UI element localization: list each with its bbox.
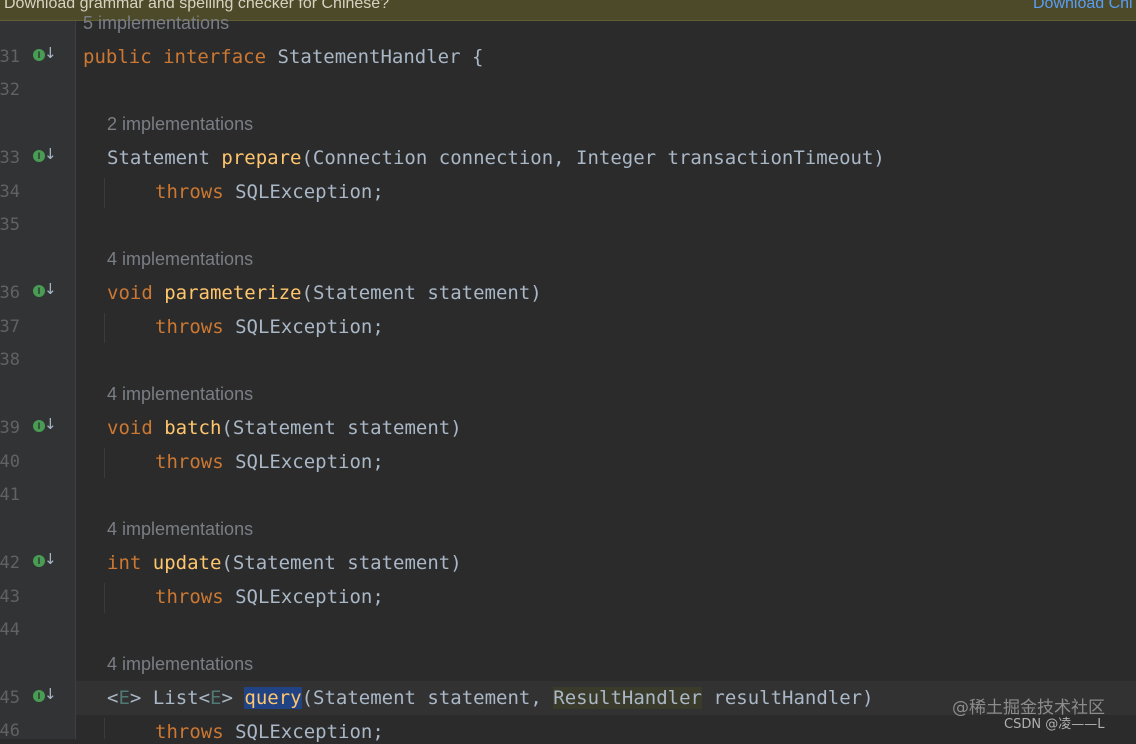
line-number: 33 (0, 148, 20, 168)
line-number: 44 (0, 620, 20, 640)
keyword: throws (155, 181, 224, 203)
return-type: void (107, 417, 153, 439)
parameters: (Connection connection, Integer transact… (301, 147, 885, 169)
implemented-down-arrow-icon[interactable]: I ↓ (33, 415, 57, 436)
line-number: 35 (0, 215, 20, 235)
line-number: 46 (0, 721, 20, 741)
implemented-down-arrow-icon[interactable]: I ↓ (33, 550, 57, 571)
implementations-hint[interactable]: 4 implementations (107, 518, 253, 540)
parameters: (Statement statement, (301, 687, 554, 709)
indent-guide (104, 448, 105, 478)
line-number: 41 (0, 485, 20, 505)
method-name: parameterize (164, 282, 302, 304)
code-line-40[interactable]: throws SQLException; (155, 450, 384, 474)
line-number: 38 (0, 350, 20, 370)
angle-close: > (129, 687, 142, 709)
interface-name: StatementHandler (277, 46, 461, 68)
code-line-42[interactable]: int update(Statement statement) (107, 551, 462, 575)
return-type: void (107, 282, 153, 304)
indent-guide (104, 178, 105, 208)
type-parameter: E (210, 687, 222, 709)
line-number: 32 (0, 80, 20, 100)
line-number: 36 (0, 283, 20, 303)
implemented-down-arrow-icon[interactable]: I ↓ (33, 280, 57, 301)
method-name: prepare (221, 147, 302, 169)
implementations-hint[interactable]: 4 implementations (107, 653, 253, 675)
parameters: (Statement statement) (301, 282, 542, 304)
keyword: throws (155, 721, 224, 743)
highlighted-type[interactable]: ResultHandler (553, 687, 702, 709)
line-number: 37 (0, 317, 20, 337)
indent-guide (104, 718, 105, 739)
brace: { (471, 46, 484, 68)
code-line-46[interactable]: throws SQLException; (155, 720, 384, 744)
code-line-34[interactable]: throws SQLException; (155, 180, 384, 204)
implemented-down-arrow-icon[interactable]: I ↓ (33, 685, 57, 706)
exception-type: SQLException; (235, 181, 384, 203)
code-line-33[interactable]: Statement prepare(Connection connection,… (107, 146, 885, 170)
exception-type: SQLException; (235, 721, 384, 743)
implementations-hint[interactable]: 5 implementations (83, 12, 229, 34)
exception-type: SQLException; (235, 316, 384, 338)
keyword: throws (155, 586, 224, 608)
method-name: batch (164, 417, 222, 439)
line-number: 40 (0, 452, 20, 472)
implemented-down-arrow-icon[interactable]: I ↓ (33, 44, 57, 65)
exception-type: SQLException; (235, 586, 384, 608)
implementations-hint[interactable]: 4 implementations (107, 248, 253, 270)
code-line-37[interactable]: throws SQLException; (155, 315, 384, 339)
return-type: List< (152, 687, 211, 709)
line-number: 39 (0, 418, 20, 438)
implemented-down-arrow-icon[interactable]: I ↓ (33, 145, 57, 166)
parameters: resultHandler) (701, 687, 874, 709)
method-name: update (152, 552, 222, 574)
indent-guide (104, 313, 105, 343)
line-number: 34 (0, 182, 20, 202)
implementations-hint[interactable]: 2 implementations (107, 113, 253, 135)
line-number: 31 (0, 47, 20, 67)
return-type: int (107, 552, 142, 574)
line-number: 43 (0, 587, 20, 607)
line-number: 45 (0, 688, 20, 708)
author-credit: CSDN @凌——L (1004, 717, 1105, 732)
return-type: Statement (107, 147, 210, 169)
indent-guide (104, 583, 105, 613)
code-line-43[interactable]: throws SQLException; (155, 585, 384, 609)
keyword: public (83, 46, 152, 68)
code-line-45[interactable]: <E> List<E> query(Statement statement, R… (107, 686, 874, 710)
download-link[interactable]: Download Chi (1033, 0, 1133, 13)
angle-close: > (221, 687, 233, 709)
parameters: (Statement statement) (221, 552, 462, 574)
keyword: throws (155, 316, 224, 338)
method-name-selected[interactable]: query (244, 687, 302, 709)
code-line-36[interactable]: void parameterize(Statement statement) (107, 281, 542, 305)
exception-type: SQLException; (235, 451, 384, 473)
parameters: (Statement statement) (221, 417, 462, 439)
code-line-39[interactable]: void batch(Statement statement) (107, 416, 462, 440)
type-parameter: E (118, 687, 130, 709)
keyword: interface (163, 46, 267, 68)
implementations-hint[interactable]: 4 implementations (107, 383, 253, 405)
line-number: 42 (0, 553, 20, 573)
code-line-31[interactable]: public interface StatementHandler { (83, 45, 483, 69)
angle-open: < (107, 687, 119, 709)
keyword: throws (155, 451, 224, 473)
